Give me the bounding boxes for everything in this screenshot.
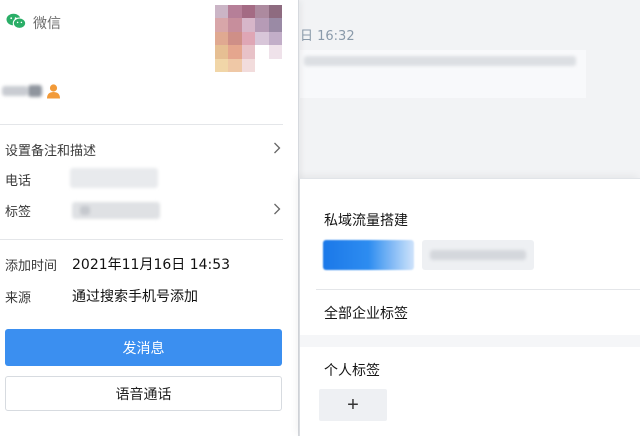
avatar-pixel bbox=[228, 31, 242, 46]
divider bbox=[0, 124, 283, 125]
avatar-pixel bbox=[241, 58, 256, 72]
add-personal-tag-button[interactable]: + bbox=[319, 389, 387, 421]
voice-call-button[interactable]: 语音通话 bbox=[5, 376, 282, 411]
avatar-pixel bbox=[241, 18, 256, 32]
added-time-value: 2021年11月16日 14:53 bbox=[72, 257, 231, 273]
added-time-label: 添加时间 bbox=[5, 259, 58, 274]
avatar-pixel bbox=[241, 31, 256, 46]
chevron-right-icon[interactable] bbox=[273, 203, 281, 215]
divider bbox=[316, 289, 640, 290]
avatar-pixel bbox=[215, 58, 229, 72]
avatar-pixel bbox=[241, 45, 256, 59]
plus-icon: + bbox=[347, 393, 359, 416]
blurred-message-text bbox=[304, 56, 576, 66]
avatar-pixel bbox=[241, 5, 256, 19]
settings-remark-link[interactable]: 设置备注和描述 bbox=[5, 140, 96, 159]
avatar-pixel bbox=[255, 5, 269, 19]
tag-chip[interactable] bbox=[422, 240, 534, 270]
avatar-pixel bbox=[268, 58, 282, 72]
avatar-pixel bbox=[228, 18, 242, 32]
wechat-logo-icon bbox=[6, 13, 26, 29]
contact-profile-card: 微信 设置备注和描述 电话 标签 添加时间 2021年11月16日 14:53 … bbox=[0, 0, 299, 436]
avatar-pixel bbox=[228, 5, 242, 19]
avatar-pixel bbox=[215, 31, 229, 46]
section-separator bbox=[300, 335, 640, 347]
avatar-pixel bbox=[268, 18, 282, 32]
avatar[interactable] bbox=[215, 5, 282, 72]
avatar-pixel bbox=[255, 58, 269, 72]
source-value: 通过搜索手机号添加 bbox=[72, 289, 198, 305]
all-enterprise-tags-link[interactable]: 全部企业标签 bbox=[324, 303, 408, 323]
avatar-pixel bbox=[215, 18, 229, 32]
avatar-pixel bbox=[268, 31, 282, 46]
avatar-pixel bbox=[228, 58, 242, 72]
avatar-pixel bbox=[255, 45, 269, 59]
divider bbox=[0, 239, 283, 240]
send-message-button[interactable]: 发消息 bbox=[5, 329, 282, 366]
avatar-pixel bbox=[255, 31, 269, 46]
avatar-pixel bbox=[215, 45, 229, 59]
message-timestamp: 日 16:32 bbox=[300, 29, 355, 44]
avatar-pixel bbox=[215, 5, 229, 19]
message-bubble bbox=[300, 50, 586, 98]
avatar-pixel bbox=[255, 18, 269, 32]
app-name: 微信 bbox=[33, 16, 61, 32]
tag-selection-panel: 私域流量搭建 全部企业标签 个人标签 + bbox=[299, 178, 640, 436]
avatar-pixel bbox=[268, 5, 282, 19]
personal-tags-title: 个人标签 bbox=[324, 363, 380, 379]
chevron-right-icon[interactable] bbox=[273, 142, 281, 154]
phone-label: 电话 bbox=[5, 174, 32, 189]
avatar-pixel bbox=[268, 45, 282, 59]
source-label: 来源 bbox=[5, 291, 32, 306]
tag-group-title: 私域流量搭建 bbox=[324, 213, 408, 229]
blurred-nickname bbox=[2, 84, 42, 98]
selected-tag-chip[interactable] bbox=[323, 240, 414, 270]
tags-label: 标签 bbox=[5, 205, 32, 220]
avatar-pixel bbox=[228, 45, 242, 59]
person-icon bbox=[47, 84, 60, 99]
